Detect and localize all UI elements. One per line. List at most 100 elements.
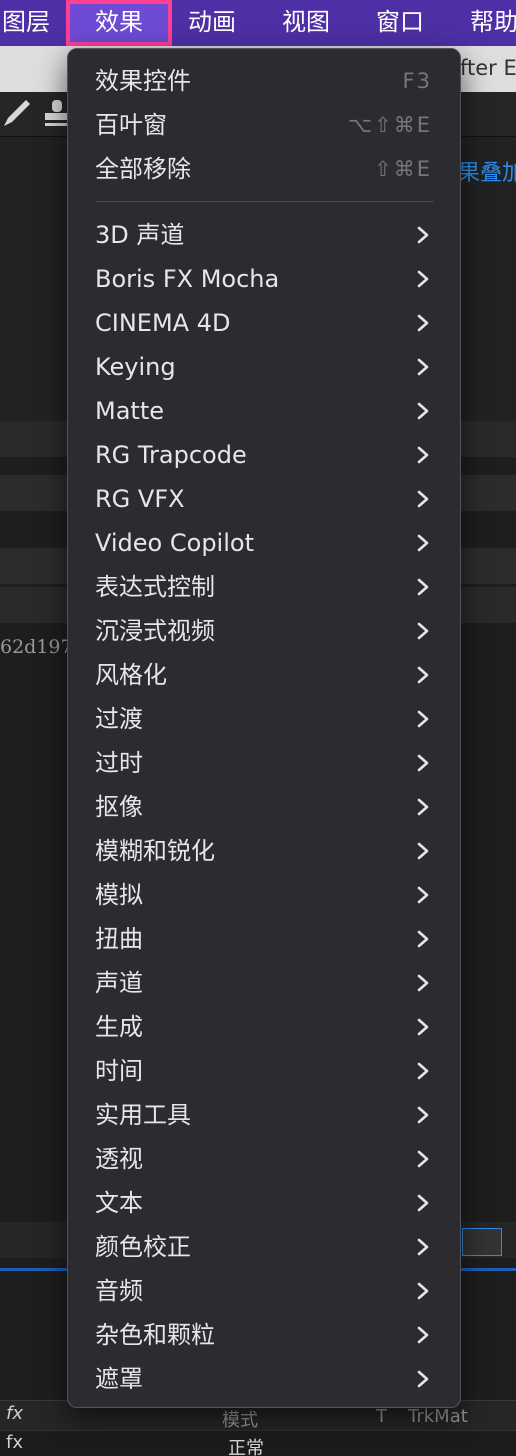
- submenu-item[interactable]: 模糊和锐化: [68, 829, 460, 873]
- chevron-right-icon: [417, 578, 429, 596]
- chevron-right-icon: [417, 798, 429, 816]
- submenu-item-label: 扭曲: [95, 925, 143, 953]
- submenu-item-label: 杂色和颗粒: [95, 1321, 215, 1349]
- chevron-right-icon: [417, 446, 429, 464]
- submenu-item[interactable]: 生成: [68, 1005, 460, 1049]
- submenu-item[interactable]: 颜色校正: [68, 1225, 460, 1269]
- chevron-right-icon: [417, 842, 429, 860]
- submenu-item-label: 遮罩: [95, 1365, 143, 1393]
- submenu-item-label: 沉浸式视频: [95, 617, 215, 645]
- submenu-item[interactable]: CINEMA 4D: [68, 301, 460, 345]
- blue-text: 果叠加: [458, 161, 516, 186]
- submenu-item-label: 3D 声道: [95, 221, 185, 249]
- menu-view[interactable]: 视图: [282, 0, 330, 46]
- submenu-item[interactable]: 表达式控制: [68, 565, 460, 609]
- menu-animation[interactable]: 动画: [188, 0, 236, 46]
- submenu-item[interactable]: 模拟: [68, 873, 460, 917]
- app-title-text: fter E: [460, 56, 516, 80]
- submenu-item-label: Keying: [95, 353, 176, 381]
- submenu-item[interactable]: Keying: [68, 345, 460, 389]
- mode-select[interactable]: 正常: [228, 1434, 264, 1456]
- submenu-item[interactable]: 沉浸式视频: [68, 609, 460, 653]
- submenu-item[interactable]: Video Copilot: [68, 521, 460, 565]
- chevron-right-icon: [417, 1018, 429, 1036]
- submenu-item-label: 颜色校正: [95, 1233, 191, 1261]
- submenu-item[interactable]: 3D 声道: [68, 213, 460, 257]
- submenu-item-label: 声道: [95, 969, 143, 997]
- submenu-item[interactable]: 音频: [68, 1269, 460, 1313]
- effects-menu: 效果控件 F3 百叶窗 ⌥⇧⌘E 全部移除 ⇧⌘E 3D 声道 Boris FX …: [67, 48, 461, 1408]
- chevron-right-icon: [417, 490, 429, 508]
- submenu-item[interactable]: 扭曲: [68, 917, 460, 961]
- chevron-right-icon: [417, 666, 429, 684]
- menu-item-effect-controls[interactable]: 效果控件 F3: [68, 59, 460, 103]
- submenu-item[interactable]: Boris FX Mocha: [68, 257, 460, 301]
- chevron-right-icon: [417, 402, 429, 420]
- submenu-item[interactable]: 遮罩: [68, 1357, 460, 1401]
- chevron-right-icon: [417, 270, 429, 288]
- chevron-right-icon: [417, 358, 429, 376]
- fx-icon: fx: [6, 1403, 23, 1424]
- submenu-item[interactable]: 过时: [68, 741, 460, 785]
- fx-icon-row: fx: [6, 1432, 23, 1453]
- shortcut-text: F3: [402, 69, 432, 93]
- submenu-item[interactable]: 杂色和颗粒: [68, 1313, 460, 1357]
- menu-window[interactable]: 窗口: [376, 0, 424, 46]
- submenu-item-label: Boris FX Mocha: [95, 265, 280, 293]
- submenu-item-label: 过渡: [95, 705, 143, 733]
- menu-effect[interactable]: 效果: [66, 0, 172, 46]
- submenu-item[interactable]: 时间: [68, 1049, 460, 1093]
- submenu-item[interactable]: 声道: [68, 961, 460, 1005]
- shortcut-text: ⇧⌘E: [374, 157, 432, 181]
- menu-item-remove-all[interactable]: 全部移除 ⇧⌘E: [68, 147, 460, 191]
- submenu-item[interactable]: 风格化: [68, 653, 460, 697]
- submenu-item-label: 模拟: [95, 881, 143, 909]
- submenu-item[interactable]: RG VFX: [68, 477, 460, 521]
- chevron-right-icon: [417, 314, 429, 332]
- submenu-item-label: 表达式控制: [95, 573, 215, 601]
- submenu-item[interactable]: 过渡: [68, 697, 460, 741]
- chevron-right-icon: [417, 930, 429, 948]
- chevron-right-icon: [417, 974, 429, 992]
- submenu-item-label: Video Copilot: [95, 529, 254, 557]
- chevron-right-icon: [417, 622, 429, 640]
- shortcut-text: ⌥⇧⌘E: [347, 113, 432, 137]
- submenu-item-label: 实用工具: [95, 1101, 191, 1129]
- chevron-right-icon: [417, 710, 429, 728]
- menu-layer[interactable]: 图层: [2, 0, 50, 46]
- chevron-right-icon: [417, 1326, 429, 1344]
- chevron-right-icon: [417, 1194, 429, 1212]
- submenu-item-label: 风格化: [95, 661, 167, 689]
- chevron-right-icon: [417, 534, 429, 552]
- chevron-right-icon: [417, 1062, 429, 1080]
- t-label: T: [376, 1406, 387, 1427]
- submenu-item[interactable]: Matte: [68, 389, 460, 433]
- trkmat-label: TrkMat: [408, 1406, 468, 1427]
- menu-item-venetian-blinds[interactable]: 百叶窗 ⌥⇧⌘E: [68, 103, 460, 147]
- chevron-right-icon: [417, 1282, 429, 1300]
- submenu-item[interactable]: 文本: [68, 1181, 460, 1225]
- chevron-right-icon: [417, 226, 429, 244]
- menu-separator: [96, 201, 434, 202]
- menu-item-label: 效果控件: [95, 67, 191, 95]
- submenu-item[interactable]: RG Trapcode: [68, 433, 460, 477]
- submenu-item-label: 抠像: [95, 793, 143, 821]
- submenu-item[interactable]: 实用工具: [68, 1093, 460, 1137]
- submenu-item-label: CINEMA 4D: [95, 309, 231, 337]
- menu-item-label: 全部移除: [95, 155, 191, 183]
- menu-help[interactable]: 帮助: [470, 0, 516, 46]
- submenu-item-label: RG VFX: [95, 485, 185, 513]
- submenu-item[interactable]: 抠像: [68, 785, 460, 829]
- mask-tool-icon[interactable]: [462, 1228, 502, 1256]
- submenu-item-label: 文本: [95, 1189, 143, 1217]
- submenu-item-label: 生成: [95, 1013, 143, 1041]
- chevron-right-icon: [417, 1370, 429, 1388]
- submenu-item-label: 模糊和锐化: [95, 837, 215, 865]
- brush-tool-icon[interactable]: [0, 96, 34, 130]
- submenu-item-label: 透视: [95, 1145, 143, 1173]
- chevron-right-icon: [417, 1150, 429, 1168]
- submenu-item[interactable]: 透视: [68, 1137, 460, 1181]
- submenu-item-label: 过时: [95, 749, 143, 777]
- file-name-fragment: 62d197: [0, 636, 73, 658]
- submenu-item-label: 时间: [95, 1057, 143, 1085]
